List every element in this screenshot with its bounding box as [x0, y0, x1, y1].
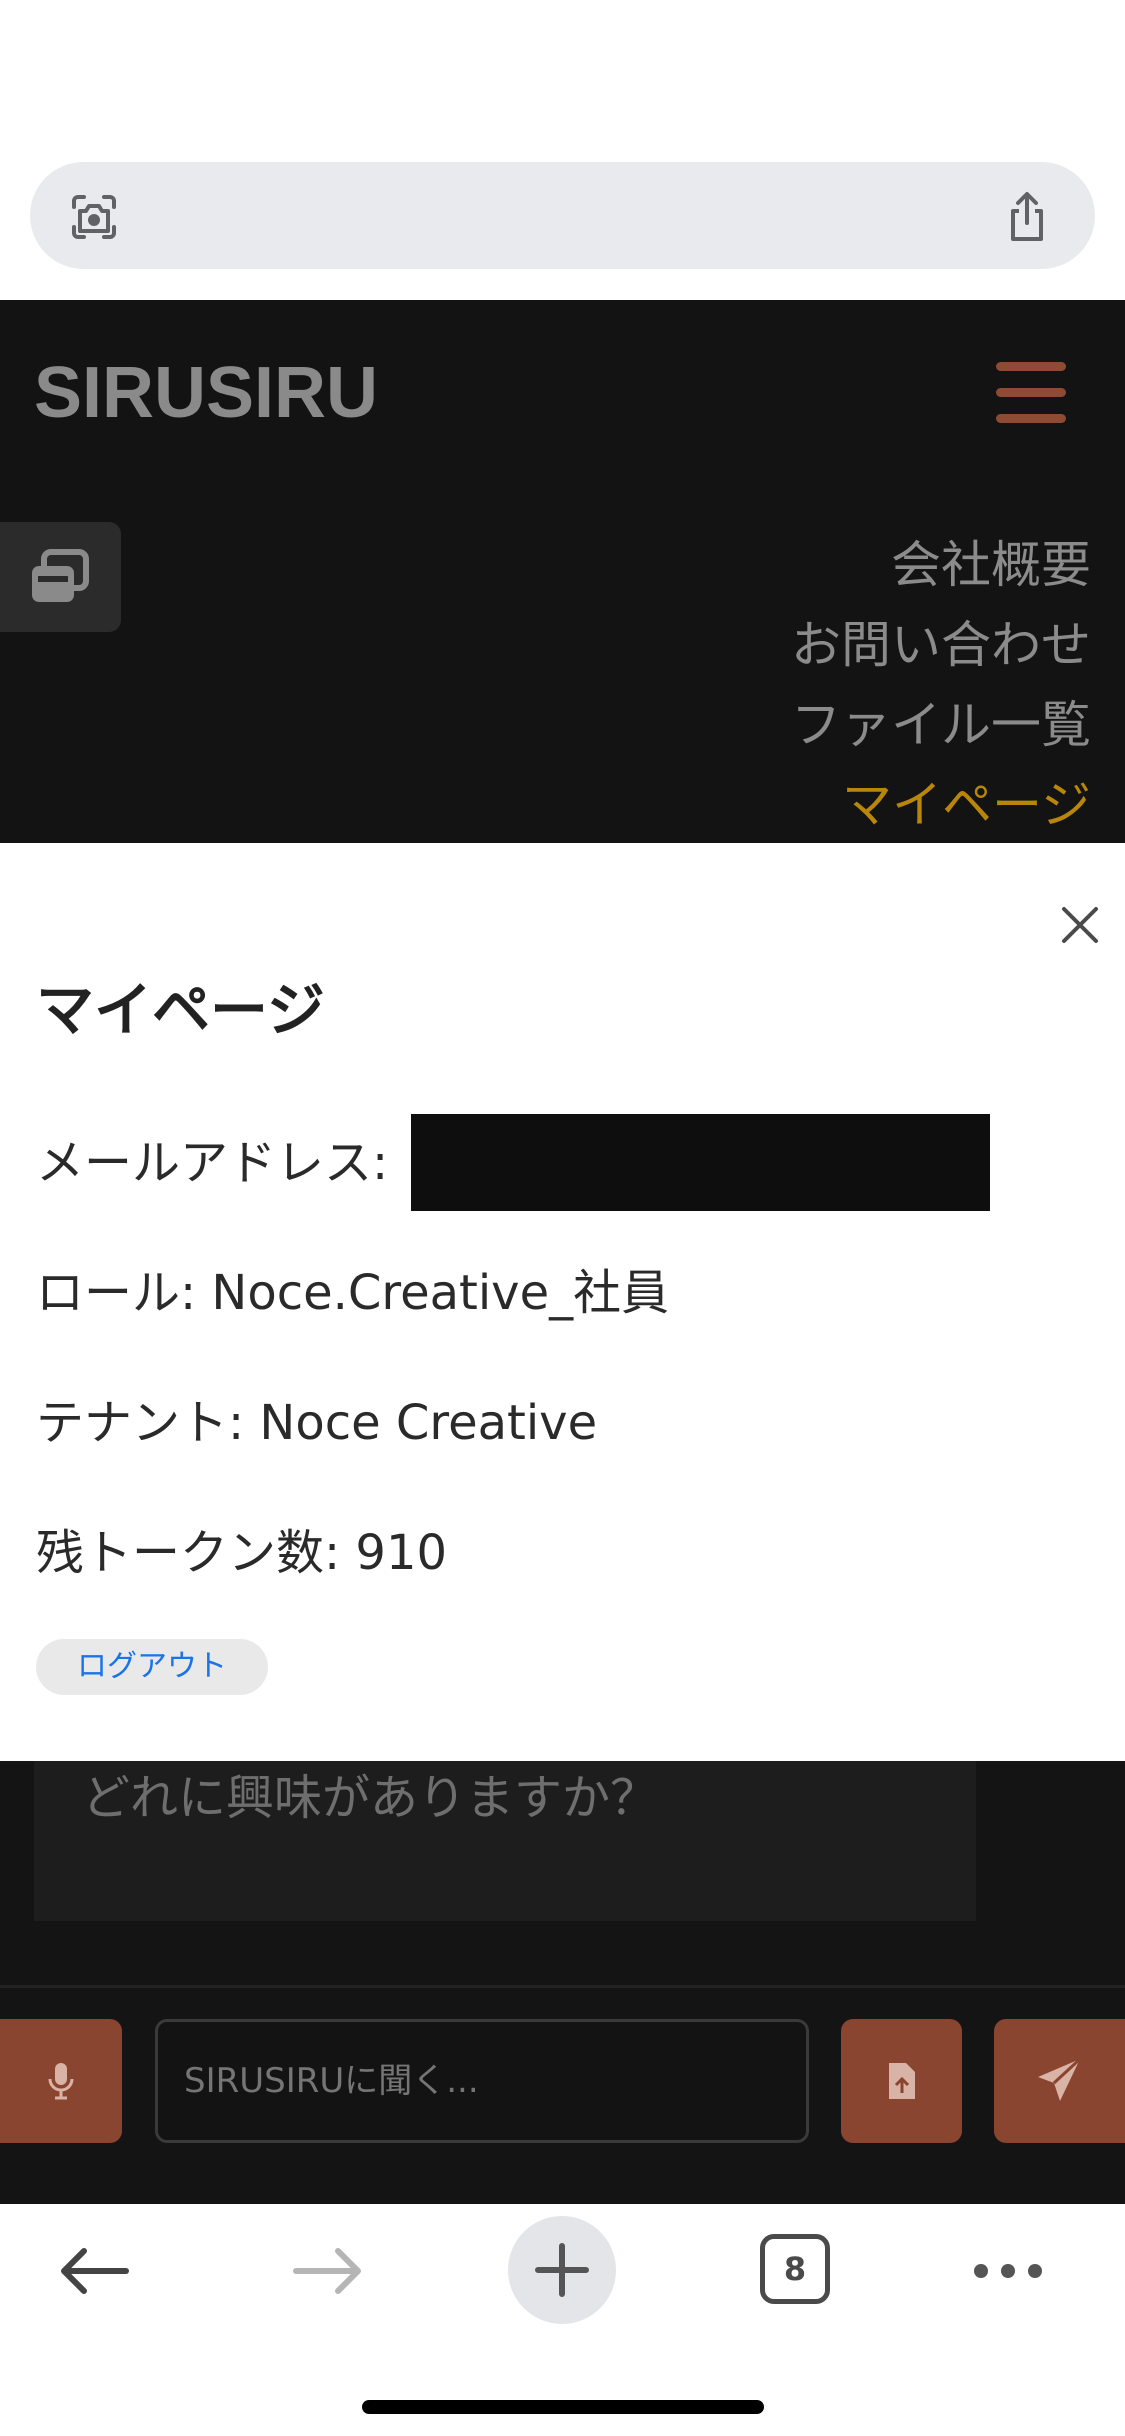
- nav-menu: 会社概要 お問い合わせ ファイル一覧 マイページ: [791, 525, 1091, 845]
- logout-button[interactable]: ログアウト: [36, 1639, 268, 1695]
- suggestion-card: どれに興味がありますか？: [34, 1761, 976, 1921]
- tab-switcher-button[interactable]: 8: [760, 2234, 830, 2304]
- microphone-icon: [48, 2063, 74, 2100]
- email-label: メールアドレス:: [36, 1135, 389, 1191]
- suggestion-text: どれに興味がありますか？: [82, 1770, 659, 1826]
- site-header: SIRUSIRU 会社概要 お問い合わせ ファイル一覧 マイページ: [0, 300, 1125, 843]
- more-options-icon[interactable]: [972, 2262, 1044, 2280]
- mic-button[interactable]: [0, 2019, 122, 2143]
- share-icon[interactable]: [999, 189, 1055, 245]
- lens-icon[interactable]: [66, 189, 122, 245]
- back-arrow-icon[interactable]: [58, 2246, 130, 2296]
- divider: [0, 1985, 1125, 1988]
- mypage-modal: マイページ メールアドレス: ロール: Noce.Creative_社員 テナン…: [0, 843, 1125, 1761]
- nav-item-files[interactable]: ファイル一覧: [791, 685, 1091, 765]
- send-button[interactable]: [994, 2019, 1125, 2143]
- history-button[interactable]: [0, 522, 121, 632]
- role-text: ロール: Noce.Creative_社員: [36, 1265, 670, 1321]
- send-icon: [1038, 2057, 1082, 2101]
- new-tab-button[interactable]: [508, 2216, 616, 2324]
- file-upload-button[interactable]: [841, 2019, 962, 2143]
- browser-top-area: [0, 0, 1125, 300]
- tenant-text: テナント: Noce Creative: [36, 1395, 598, 1451]
- chat-area: どれに興味がありますか？: [0, 1761, 1125, 2204]
- home-indicator: [362, 2400, 764, 2414]
- hamburger-menu-icon[interactable]: [996, 362, 1068, 424]
- browser-toolbar: 8: [0, 2204, 1125, 2436]
- nav-item-contact[interactable]: お問い合わせ: [791, 605, 1091, 685]
- nav-item-company[interactable]: 会社概要: [791, 525, 1091, 605]
- site-logo[interactable]: SIRUSIRU: [34, 352, 378, 434]
- chat-input[interactable]: [155, 2019, 809, 2143]
- modal-title: マイページ: [36, 976, 325, 1044]
- plus-icon: [535, 2243, 589, 2297]
- email-redacted-value: [411, 1114, 990, 1211]
- nav-item-mypage[interactable]: マイページ: [791, 765, 1091, 845]
- file-upload-icon: [889, 2063, 915, 2099]
- chat-input-bar: [0, 2019, 1125, 2144]
- copy-icon: [32, 549, 89, 602]
- close-icon[interactable]: [1060, 905, 1100, 945]
- forward-arrow-icon[interactable]: [292, 2246, 364, 2296]
- address-bar[interactable]: [30, 162, 1095, 269]
- tokens-text: 残トークン数: 910: [36, 1525, 448, 1581]
- page: SIRUSIRU 会社概要 お問い合わせ ファイル一覧 マイページ マイページ …: [0, 0, 1125, 2436]
